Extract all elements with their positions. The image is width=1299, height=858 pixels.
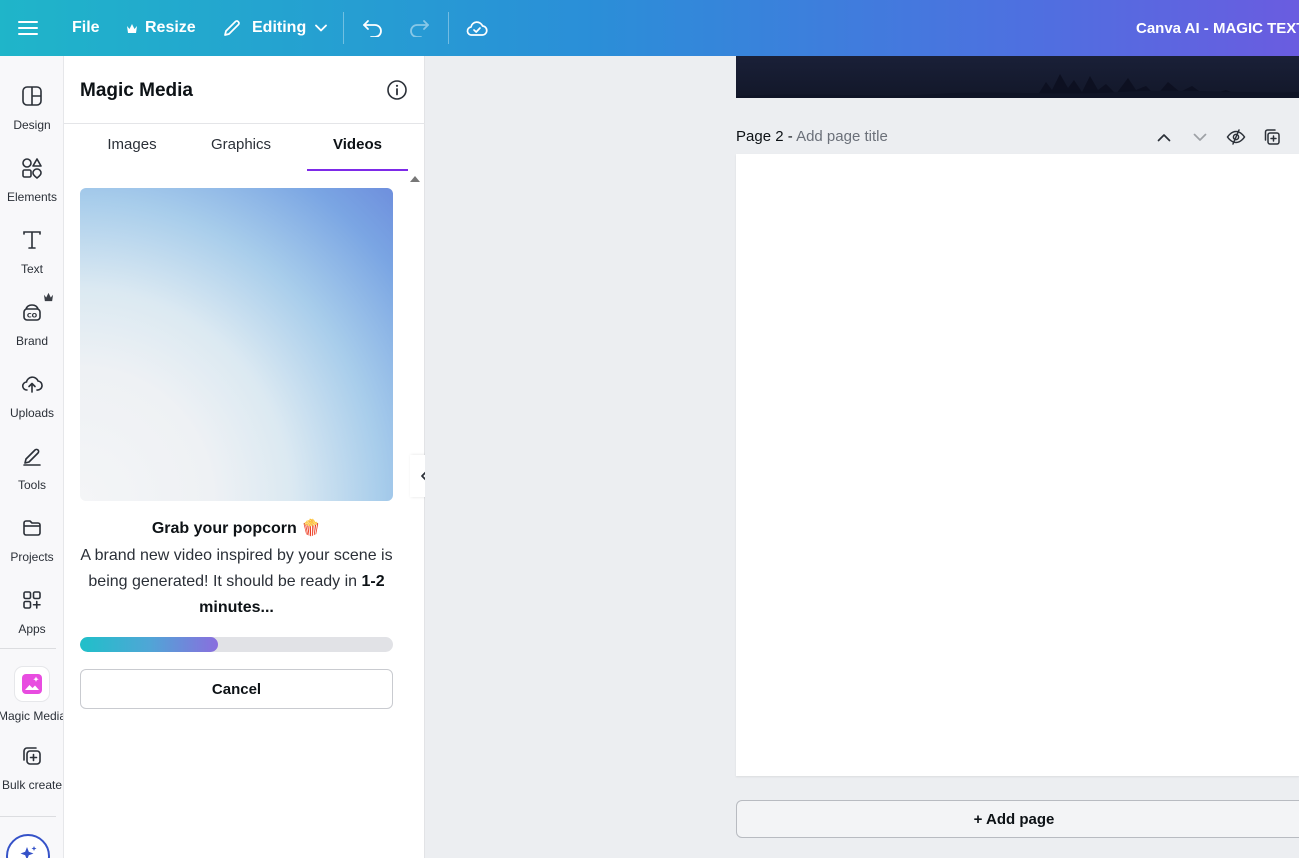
tab-label: Videos [333,136,382,153]
tab-videos[interactable]: Videos [307,136,408,172]
sidebar-divider [0,648,56,649]
cancel-button[interactable]: Cancel [80,669,393,709]
design-icon [18,82,46,110]
main-menu-button[interactable] [18,0,38,56]
sidebar-item-label: Magic Media [0,709,64,723]
page-2-canvas[interactable] [736,154,1299,776]
resize-button[interactable]: Resize [126,0,196,56]
sidebar-item-elements[interactable]: Elements [0,144,63,210]
cloud-check-icon [466,21,488,36]
tab-images[interactable]: Images [92,136,172,172]
panel-title: Magic Media [80,80,193,101]
chevron-down-icon [1193,133,1207,141]
move-page-up-button[interactable] [1153,126,1175,148]
toolbar-divider [448,12,449,44]
forest-silhouette [736,74,1299,98]
video-generation-preview [80,188,393,501]
crown-icon [127,23,137,33]
generation-title: Grab your popcorn 🍿 [80,518,393,538]
generation-title-text: Grab your popcorn [151,520,297,537]
text-icon [18,226,46,254]
toolbar-divider [343,12,344,44]
pencil-icon [224,20,240,36]
sidebar-item-label: Brand [15,334,49,348]
duplicate-icon [1264,129,1280,145]
sidebar-item-label: Design [13,118,51,132]
sidebar-item-magic-media[interactable]: Magic Media [0,660,64,726]
design-canvas-area: Page 2 - Add page title + Add page [425,56,1299,858]
magic-media-panel: Magic Media Images Graphics Videos Grab … [64,56,425,858]
page-number: Page 2 - [736,128,793,145]
document-title[interactable]: Canva AI - MAGIC TEXT T [1136,0,1299,56]
redo-icon [410,20,429,37]
generation-message-text: A brand new video inspired by your scene… [80,547,393,590]
undo-icon [363,20,382,37]
sidebar-item-projects[interactable]: Projects [0,504,63,570]
generation-message: A brand new video inspired by your scene… [80,543,393,621]
tools-icon [18,442,46,470]
sidebar-item-label: Apps [18,622,46,636]
crown-badge-icon [43,292,54,302]
sidebar-item-design[interactable]: Design [0,72,63,138]
hamburger-icon [18,21,38,35]
page-title-input[interactable]: Add page title [796,128,888,145]
info-icon [387,80,407,100]
sidebar-divider [0,816,56,817]
duplicate-page-button[interactable] [1261,126,1283,148]
add-page-label: + Add page [973,810,1055,828]
chevron-up-icon [1157,133,1171,141]
redo-button[interactable] [408,0,430,56]
left-sidebar: Design Elements Text CO Brand Uploads To… [0,56,64,858]
add-page-button[interactable]: + Add page [736,800,1299,838]
sidebar-item-bulk-create[interactable]: Bulk create [0,732,63,798]
brand-icon: CO [18,292,54,326]
sidebar-item-tools[interactable]: Tools [0,432,63,498]
sidebar-item-label: Text [20,262,43,276]
canva-ai-button[interactable] [6,834,50,858]
file-menu-button[interactable]: File [72,0,100,56]
editing-label: Editing [252,19,307,36]
active-tab-indicator [307,169,408,171]
tab-graphics[interactable]: Graphics [196,136,286,172]
save-status-button[interactable] [466,0,488,56]
chevron-down-icon [315,24,328,32]
sidebar-item-text[interactable]: Text [0,216,63,282]
tab-label: Graphics [210,136,272,153]
sidebar-item-apps[interactable]: Apps [0,576,63,642]
sidebar-item-label: Projects [10,550,54,564]
page-1-thumbnail[interactable] [736,56,1299,98]
scroll-up-arrow[interactable] [410,176,420,182]
panel-divider [64,123,425,124]
eye-slash-icon [1226,129,1246,145]
top-toolbar: File Resize Editing Canva AI - MAGIC TEX… [0,0,1299,56]
sidebar-item-label: Elements [6,190,58,204]
file-label: File [72,19,100,36]
tab-label: Images [107,136,157,153]
sidebar-item-label: Tools [17,478,46,492]
editing-mode-dropdown[interactable]: Editing [222,0,328,56]
progress-fill [80,637,218,652]
uploads-icon [18,370,46,398]
generation-progress-bar [80,637,393,652]
sidebar-item-uploads[interactable]: Uploads [0,360,63,426]
sparkle-icon [20,846,37,858]
undo-button[interactable] [362,0,384,56]
popcorn-emoji: 🍿 [301,520,322,537]
sidebar-item-brand[interactable]: CO Brand [0,288,63,354]
sidebar-item-label: Bulk create [1,778,63,792]
folder-icon [18,514,46,542]
bulk-create-icon [18,742,46,770]
hide-page-button[interactable] [1225,126,1247,148]
move-page-down-button[interactable] [1189,126,1211,148]
resize-label: Resize [145,19,196,36]
elements-icon [18,154,46,182]
page-header: Page 2 - Add page title [736,128,888,145]
apps-icon [18,586,46,614]
sidebar-item-label: Uploads [9,406,55,420]
magic-media-icon [15,667,49,701]
svg-text:CO: CO [27,312,38,320]
info-button[interactable] [386,79,408,101]
